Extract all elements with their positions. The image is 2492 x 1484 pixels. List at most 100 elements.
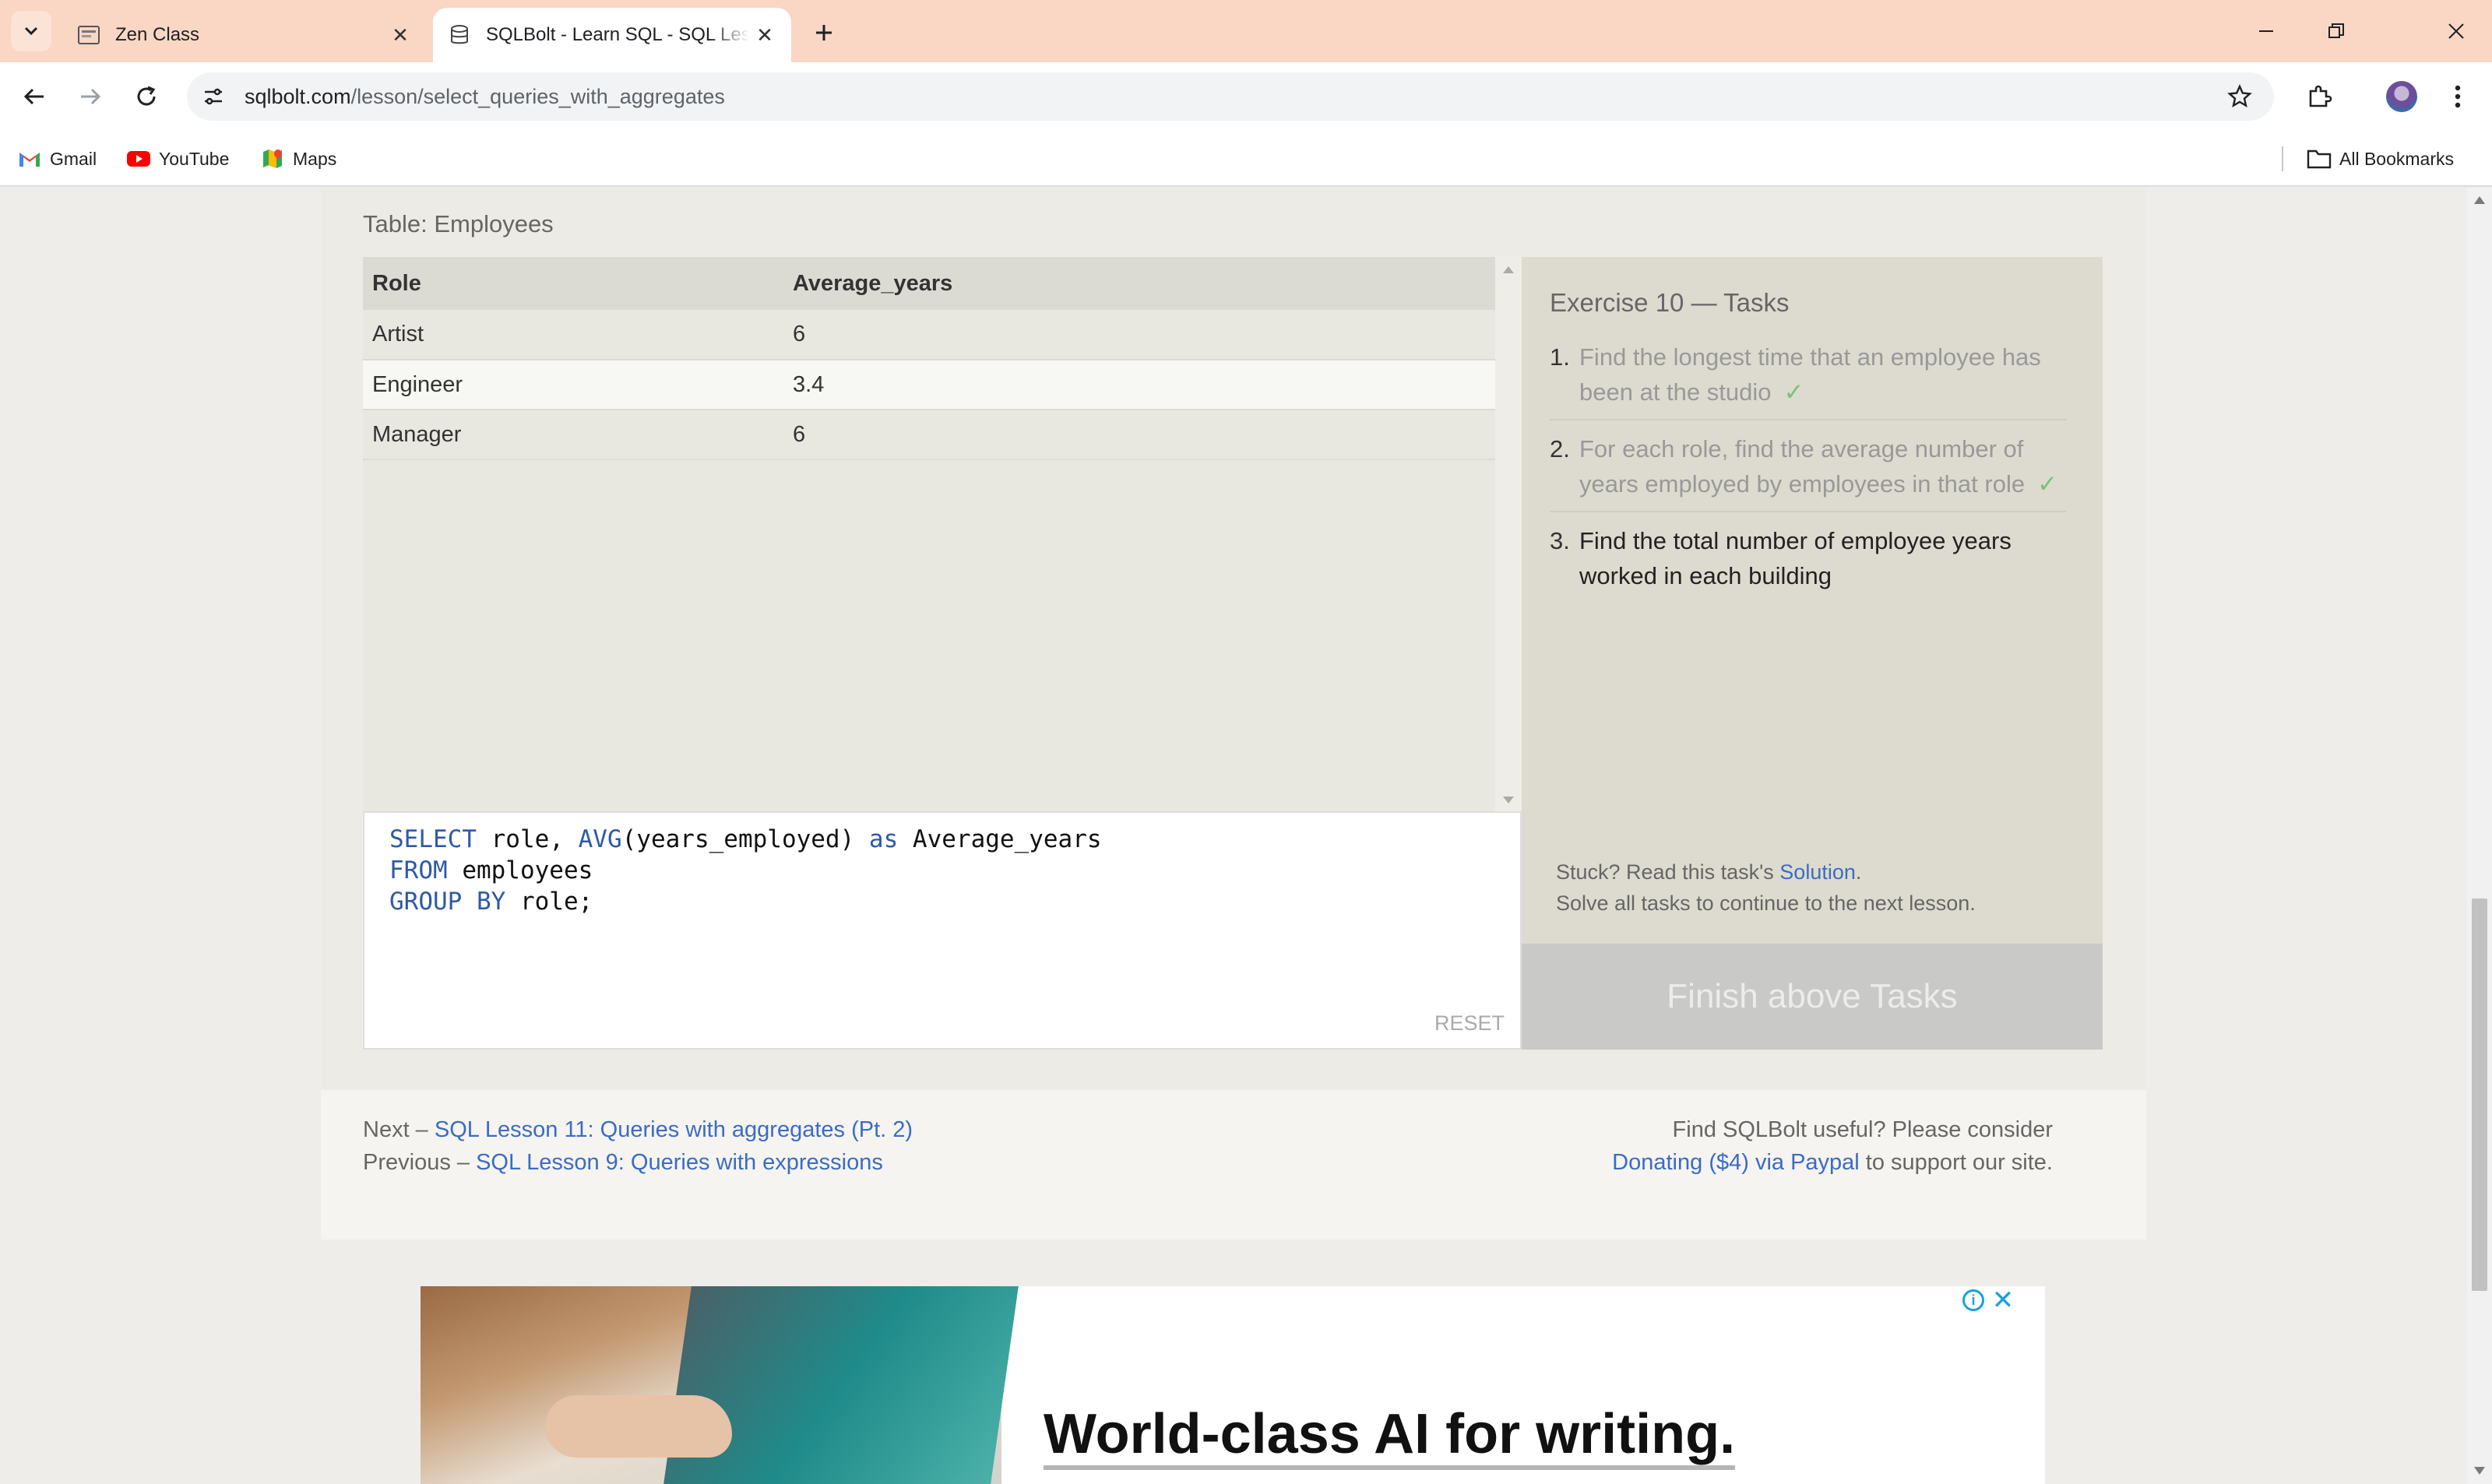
sql-keyword: SELECT bbox=[389, 825, 477, 853]
task-text: For each role, find the average number o… bbox=[1579, 431, 2067, 501]
ad-headline[interactable]: World-class AI for writing. bbox=[1044, 1403, 1736, 1470]
checkmark-icon: ✓ bbox=[1783, 378, 1804, 406]
table-row: Engineer 3.4 bbox=[363, 360, 1495, 410]
next-lesson-link[interactable]: SQL Lesson 11: Queries with aggregates (… bbox=[435, 1117, 913, 1142]
donate-suffix: to support our site. bbox=[1859, 1150, 2053, 1175]
tasks-panel: Exercise 10 — Tasks 1. Find the longest … bbox=[1522, 257, 2103, 1050]
page-scrollbar[interactable] bbox=[2467, 187, 2492, 1484]
zen-class-favicon-icon bbox=[76, 23, 101, 47]
scroll-up-icon[interactable] bbox=[1503, 266, 1514, 273]
stuck-text: Stuck? Read this task's bbox=[1556, 860, 1780, 884]
donate-link[interactable]: Donating ($4) via Paypal bbox=[1612, 1150, 1860, 1175]
bookmark-maps[interactable]: Maps bbox=[260, 143, 336, 174]
solution-link[interactable]: Solution bbox=[1779, 860, 1856, 884]
table-row: Artist 6 bbox=[363, 310, 1495, 360]
bookmark-label: All Bookmarks bbox=[2339, 148, 2454, 169]
arrow-left-icon bbox=[23, 88, 44, 105]
tab-title: Zen Class bbox=[115, 24, 200, 45]
column-header: Average_years bbox=[783, 257, 1495, 310]
scroll-up-icon[interactable] bbox=[2474, 196, 2485, 204]
close-window-button[interactable] bbox=[2433, 11, 2480, 51]
results-scrollbar[interactable] bbox=[1495, 257, 1522, 811]
tab-search-button[interactable] bbox=[11, 11, 51, 51]
query-results: Role Average_years Artist 6 Engineer 3.4… bbox=[363, 257, 1522, 811]
lesson-navigation: Next – SQL Lesson 11: Queries with aggre… bbox=[363, 1113, 913, 1179]
finish-tasks-button[interactable]: Finish above Tasks bbox=[1522, 944, 2103, 1050]
task-list: 1. Find the longest time that an employe… bbox=[1550, 339, 2067, 614]
task-text: Find the longest time that an employee h… bbox=[1579, 339, 2067, 410]
table-row: Manager 6 bbox=[363, 410, 1495, 460]
scroll-down-icon[interactable] bbox=[2474, 1467, 2485, 1475]
sql-editor[interactable]: SELECT role, AVG(years_employed) as Aver… bbox=[363, 811, 1522, 1050]
bookmark-star-icon[interactable] bbox=[2221, 78, 2258, 115]
ad-close-icon[interactable]: ✕ bbox=[1989, 1286, 2017, 1315]
task-item: 1. Find the longest time that an employe… bbox=[1550, 339, 2067, 420]
previous-prefix: Previous – bbox=[363, 1150, 477, 1175]
reset-button[interactable]: RESET bbox=[1434, 1011, 1505, 1036]
arrow-right-icon bbox=[81, 88, 101, 105]
task-label: Find the longest time that an employee h… bbox=[1579, 343, 2041, 406]
close-tab-icon[interactable]: ✕ bbox=[385, 19, 416, 51]
new-tab-button[interactable] bbox=[807, 16, 841, 50]
database-favicon-icon bbox=[447, 23, 472, 47]
solve-all-text: Solve all tasks to continue to the next … bbox=[1556, 891, 1976, 915]
previous-lesson-link[interactable]: SQL Lesson 9: Queries with expressions bbox=[476, 1150, 883, 1175]
close-icon bbox=[2448, 23, 2464, 39]
bookmarks-separator bbox=[2282, 146, 2283, 171]
tasks-heading: Exercise 10 — Tasks bbox=[1550, 288, 1790, 317]
site-info-icon[interactable] bbox=[195, 78, 232, 115]
table-cell: Engineer bbox=[363, 360, 783, 410]
sql-keyword: GROUP BY bbox=[389, 888, 506, 916]
url-host: sqlbolt.com bbox=[245, 85, 351, 108]
close-tab-icon[interactable]: ✕ bbox=[749, 19, 780, 51]
task-item: 3. Find the total number of employee yea… bbox=[1550, 523, 2067, 603]
all-bookmarks-button[interactable]: All Bookmarks bbox=[2307, 143, 2454, 174]
stuck-suffix: . bbox=[1855, 860, 1862, 884]
tab-zen-class[interactable]: Zen Class ✕ bbox=[62, 8, 427, 62]
maps-icon bbox=[260, 146, 285, 171]
more-menu-icon[interactable] bbox=[2439, 78, 2476, 115]
reload-icon bbox=[137, 86, 156, 106]
table-cell: 6 bbox=[783, 310, 1495, 360]
forward-button[interactable] bbox=[72, 78, 109, 115]
bookmark-gmail[interactable]: Gmail bbox=[17, 143, 97, 174]
advertisement-banner[interactable]: World-class AI for writing. i ✕ bbox=[421, 1286, 2045, 1484]
extensions-icon[interactable] bbox=[2300, 78, 2338, 115]
bookmarks-bar: Gmail YouTube Maps All Bookmarks bbox=[0, 131, 2492, 187]
tab-sqlbolt[interactable]: SQLBolt - Learn SQL - SQL Lesson 10 ✕ bbox=[433, 8, 791, 62]
minimize-button[interactable] bbox=[2243, 11, 2290, 51]
profile-avatar[interactable] bbox=[2386, 81, 2417, 112]
sql-text: role; bbox=[505, 888, 593, 916]
table-cell: Manager bbox=[363, 410, 783, 460]
task-item: 2. For each role, find the average numbe… bbox=[1550, 431, 2067, 512]
donate-text: Find SQLBolt useful? Please consider bbox=[1672, 1117, 2053, 1142]
results-table: Role Average_years Artist 6 Engineer 3.4… bbox=[363, 257, 1495, 460]
folder-icon bbox=[2307, 146, 2332, 171]
chevron-down-icon bbox=[24, 26, 38, 36]
reload-button[interactable] bbox=[128, 78, 165, 115]
browser-toolbar: sqlbolt.com/lesson/select_queries_with_a… bbox=[0, 62, 2492, 131]
sql-text: (years_employed) bbox=[621, 825, 869, 853]
tab-title: SQLBolt - Learn SQL - SQL Lesson 10 bbox=[486, 24, 749, 45]
scrollbar-thumb[interactable] bbox=[2472, 898, 2487, 1291]
checkmark-icon: ✓ bbox=[2037, 470, 2058, 498]
table-cell: 6 bbox=[783, 410, 1495, 460]
task-number: 1. bbox=[1550, 343, 1570, 371]
url-text[interactable]: sqlbolt.com/lesson/select_queries_with_a… bbox=[245, 85, 725, 109]
scroll-down-icon[interactable] bbox=[1503, 797, 1514, 804]
url-path: /lesson/select_queries_with_aggregates bbox=[350, 85, 725, 108]
bookmark-label: Gmail bbox=[50, 148, 97, 169]
ad-info-icon[interactable]: i bbox=[1962, 1289, 1984, 1311]
bookmark-label: YouTube bbox=[159, 148, 230, 169]
restore-button[interactable] bbox=[2313, 11, 2360, 51]
youtube-icon bbox=[126, 146, 151, 171]
back-button[interactable] bbox=[16, 78, 53, 115]
plus-icon bbox=[816, 25, 832, 40]
bookmark-youtube[interactable]: YouTube bbox=[126, 143, 229, 174]
address-bar[interactable]: sqlbolt.com/lesson/select_queries_with_a… bbox=[187, 72, 2274, 121]
sql-query-text[interactable]: SELECT role, AVG(years_employed) as Aver… bbox=[389, 824, 1102, 917]
bookmark-label: Maps bbox=[293, 148, 337, 169]
donate-message: Find SQLBolt useful? Please consider Don… bbox=[1612, 1113, 2053, 1179]
gmail-icon bbox=[17, 146, 42, 171]
stuck-help: Stuck? Read this task's Solution. Solve … bbox=[1556, 856, 1976, 919]
